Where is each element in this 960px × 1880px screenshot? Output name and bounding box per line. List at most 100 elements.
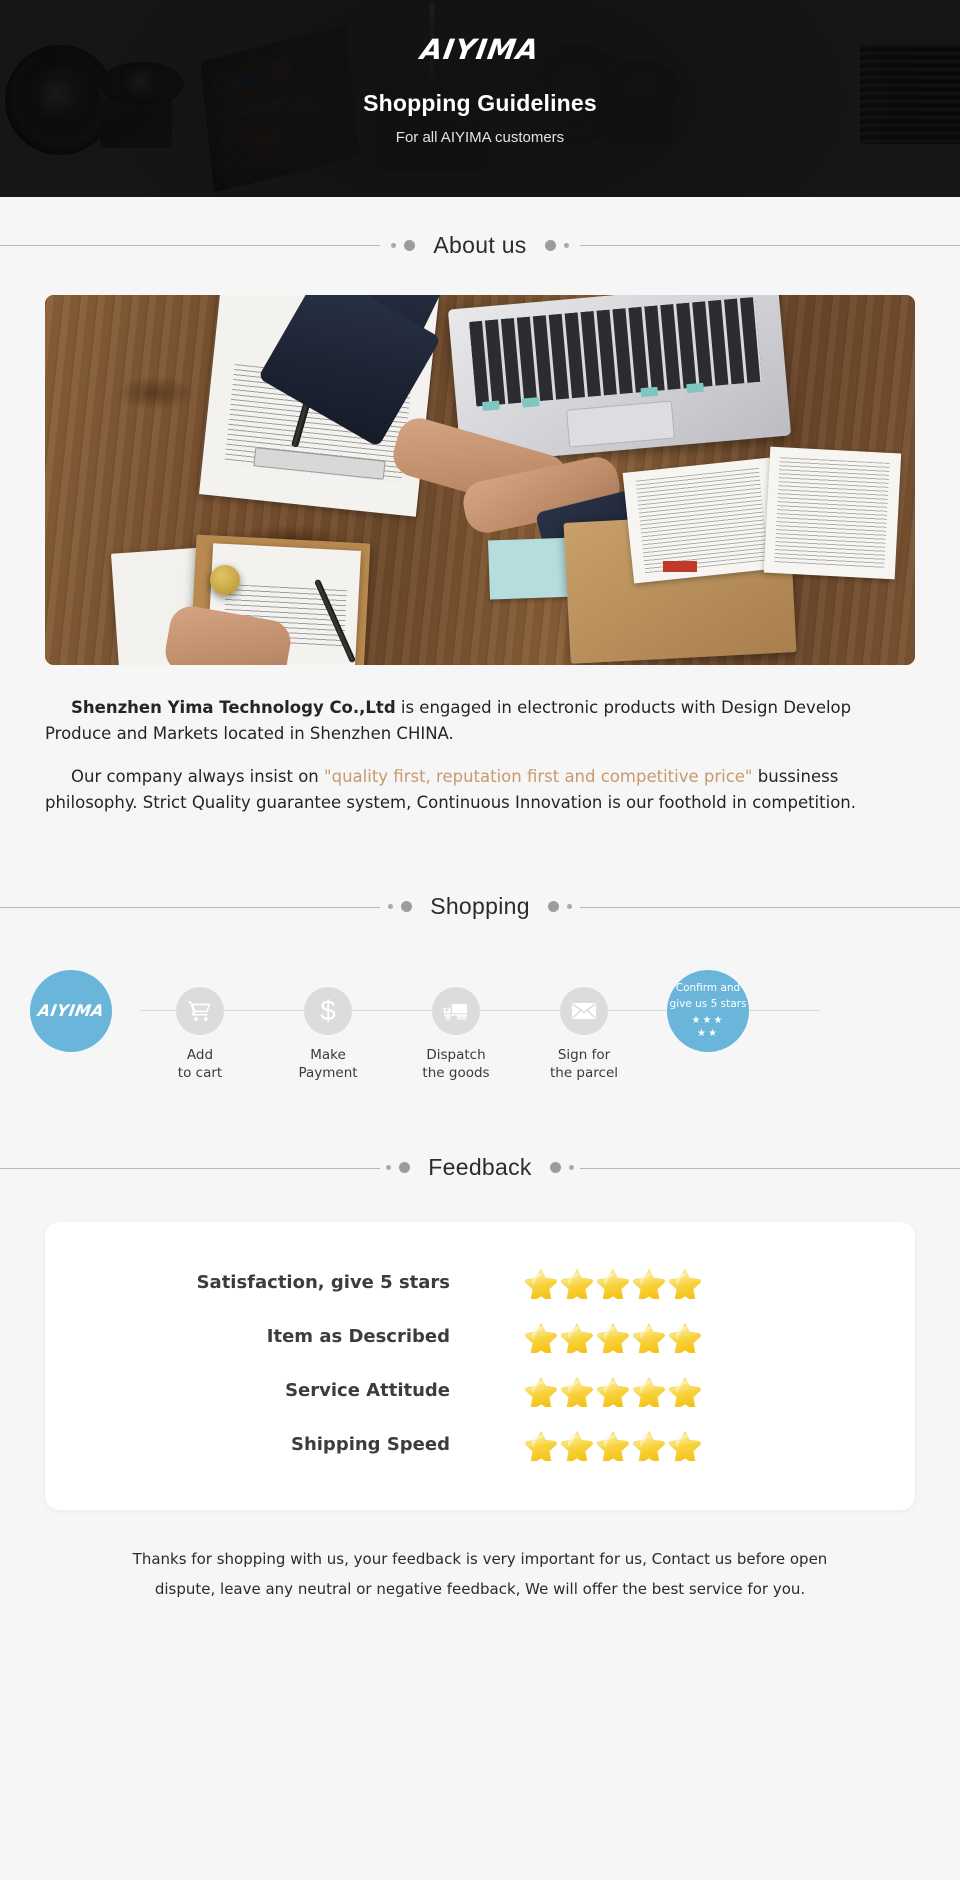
step-cart-label-line2: to cart bbox=[177, 1064, 223, 1081]
section-title-shopping: Shopping bbox=[430, 893, 530, 920]
confirm-text-line2: give us 5 stars bbox=[669, 997, 747, 1010]
gold-star-icon bbox=[561, 1322, 593, 1353]
about-description: Shenzhen Yima Technology Co.,Ltd is enga… bbox=[45, 695, 915, 817]
feedback-label-service-attitude: Service Attitude bbox=[285, 1380, 450, 1402]
confirm-stars-bottom: ★★ bbox=[697, 1027, 719, 1039]
step-dispatch-label-line2: the goods bbox=[422, 1064, 490, 1081]
company-name: Shenzhen Yima Technology Co.,Ltd bbox=[71, 698, 396, 717]
divider-line-left-feedback bbox=[0, 1167, 380, 1169]
gold-star-icon bbox=[633, 1430, 665, 1461]
gold-star-icon bbox=[561, 1430, 593, 1461]
receipt-document-2 bbox=[763, 447, 901, 580]
gold-star-icon bbox=[669, 1268, 701, 1299]
dot-large-right-icon bbox=[544, 239, 556, 251]
step-sign-label: Sign for the parcel bbox=[514, 1046, 654, 1082]
sticky-note-icon bbox=[487, 537, 577, 600]
red-marker-icon bbox=[662, 561, 698, 573]
dot-large-left-icon bbox=[399, 1162, 411, 1174]
step-brand: AIYIMA bbox=[1, 963, 141, 1052]
feedback-stars-satisfaction bbox=[525, 1267, 701, 1299]
feedback-label-satisfaction: Satisfaction, give 5 stars bbox=[196, 1272, 450, 1294]
step-payment-label: Make Payment bbox=[258, 1046, 398, 1082]
feedback-stars-shipping-speed bbox=[525, 1429, 701, 1461]
feedback-stars-service-attitude bbox=[525, 1375, 701, 1407]
divider-line-right-shopping bbox=[580, 906, 960, 908]
shopping-guidelines-page: AIYIMA Shopping Guidelines For all AIYIM… bbox=[0, 0, 960, 1880]
step-sign-label-line2: the parcel bbox=[549, 1064, 619, 1081]
dot-large-left-icon bbox=[404, 239, 416, 251]
step-confirm-rating: Confirm and give us 5 stars ★★★ ★★ bbox=[638, 963, 778, 1052]
gold-star-icon bbox=[597, 1430, 629, 1461]
gold-star-icon bbox=[669, 1376, 701, 1407]
about-hero-image bbox=[45, 295, 915, 665]
divider-line-right bbox=[580, 245, 960, 246]
gold-star-icon bbox=[525, 1430, 557, 1461]
about-paragraph-1: Shenzhen Yima Technology Co.,Ltd is enga… bbox=[45, 695, 915, 748]
envelope-icon bbox=[572, 1002, 596, 1019]
company-motto-quote: "quality first, reputation first and com… bbox=[324, 766, 753, 786]
gold-star-icon bbox=[561, 1376, 593, 1407]
feedback-rating-card: Satisfaction, give 5 stars Item as Descr… bbox=[45, 1221, 915, 1510]
section-title-about: About us bbox=[433, 231, 527, 258]
gold-star-icon bbox=[633, 1376, 665, 1407]
gold-star-icon bbox=[561, 1268, 593, 1299]
step-dispatch-circle bbox=[432, 986, 480, 1035]
gold-star-icon bbox=[525, 1268, 557, 1299]
footer-line-1: Thanks for shopping with us, your feedba… bbox=[132, 1549, 828, 1568]
shopping-cart-icon bbox=[188, 1000, 210, 1021]
brand-logo: AIYIMA bbox=[418, 33, 542, 66]
gold-star-icon bbox=[525, 1376, 557, 1407]
gold-star-icon bbox=[597, 1322, 629, 1353]
step-cart-label-line1: Add bbox=[186, 1046, 214, 1063]
page-subtitle: For all AIYIMA customers bbox=[395, 129, 565, 146]
step-dispatch-label: Dispatch the goods bbox=[386, 1046, 526, 1082]
dot-small-left-icon bbox=[388, 904, 394, 910]
aiyima-logo-icon: AIYIMA bbox=[36, 1001, 106, 1021]
step-payment-label-line2: Payment bbox=[298, 1064, 358, 1081]
gold-star-icon bbox=[669, 1430, 701, 1461]
confirm-text-line1: Confirm and bbox=[675, 982, 741, 995]
receipt-document-1 bbox=[622, 457, 782, 584]
feedback-label-shipping-speed: Shipping Speed bbox=[290, 1434, 450, 1456]
feedback-row: Item as Described bbox=[45, 1310, 915, 1364]
step-brand-circle: AIYIMA bbox=[30, 969, 112, 1052]
footer-message: Thanks for shopping with us, your feedba… bbox=[90, 1544, 870, 1640]
step-sign-label-line1: Sign for bbox=[557, 1046, 611, 1063]
dot-large-right-icon bbox=[549, 1162, 561, 1174]
divider-line-left bbox=[0, 245, 380, 246]
laptop-icon bbox=[447, 295, 791, 465]
feedback-label-item-described: Item as Described bbox=[266, 1326, 450, 1348]
section-title-feedback: Feedback bbox=[428, 1154, 532, 1181]
gold-star-icon bbox=[597, 1268, 629, 1299]
gold-star-icon bbox=[633, 1268, 665, 1299]
section-header-feedback: Feedback bbox=[0, 1140, 960, 1196]
about-paragraph-2-lead: Our company always insist on bbox=[71, 766, 325, 786]
hero-banner: AIYIMA Shopping Guidelines For all AIYIM… bbox=[0, 0, 960, 197]
step-sign-parcel: Sign for the parcel bbox=[514, 963, 654, 1082]
dot-large-right-icon bbox=[547, 901, 559, 913]
footer-line-2: dispute, leave any neutral or negative f… bbox=[154, 1579, 806, 1598]
shopping-steps: AIYIMA Add to cart $ Make Payment Dispat… bbox=[30, 963, 930, 1098]
gold-star-icon bbox=[669, 1322, 701, 1353]
page-title: Shopping Guidelines bbox=[363, 90, 597, 116]
step-cart-label: Add to cart bbox=[130, 1046, 270, 1082]
step-sign-circle bbox=[560, 986, 608, 1035]
dot-small-right-icon bbox=[566, 904, 572, 910]
divider-line-left-shopping bbox=[0, 906, 380, 908]
feedback-stars-item-described bbox=[525, 1321, 701, 1353]
divider-line-right-feedback bbox=[580, 1167, 960, 1169]
step-dispatch-label-line1: Dispatch bbox=[426, 1046, 486, 1063]
gold-star-icon bbox=[633, 1322, 665, 1353]
feedback-row: Satisfaction, give 5 stars bbox=[45, 1256, 915, 1310]
dot-small-right-icon bbox=[563, 242, 569, 248]
dot-small-left-icon bbox=[386, 1165, 392, 1171]
feedback-row: Shipping Speed bbox=[45, 1418, 915, 1472]
step-dispatch: Dispatch the goods bbox=[386, 963, 526, 1082]
about-paragraph-2: Our company always insist on "quality fi… bbox=[45, 764, 915, 817]
dot-small-left-icon bbox=[391, 242, 397, 248]
step-add-to-cart: Add to cart bbox=[130, 963, 270, 1082]
step-cart-circle bbox=[176, 986, 224, 1035]
gold-star-icon bbox=[525, 1322, 557, 1353]
step-make-payment: $ Make Payment bbox=[258, 963, 398, 1082]
section-header-shopping: Shopping bbox=[0, 879, 960, 935]
